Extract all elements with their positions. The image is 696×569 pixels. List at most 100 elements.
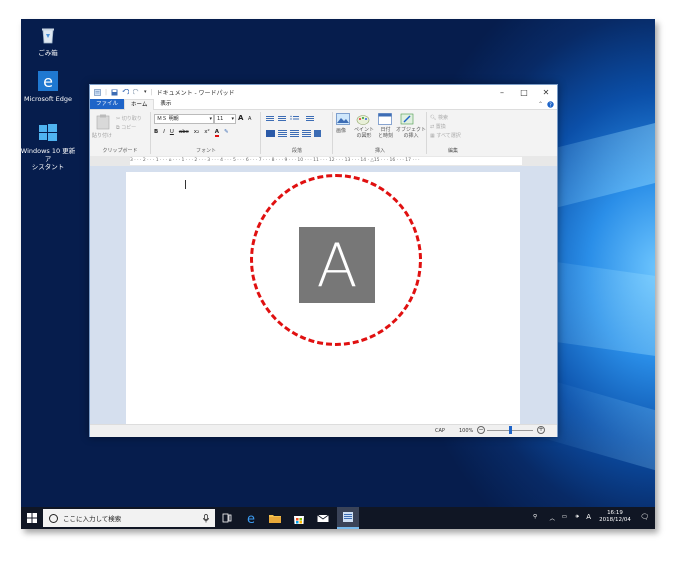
desktop-icon-label: Windows 10 更新ア [21, 147, 76, 163]
zoom-in-button[interactable]: + [537, 426, 545, 434]
microphone-icon[interactable] [203, 513, 209, 523]
ribbon-home: 貼り付け ✂ 切り取り ⧉ コピー クリップボード ＭＳ 明朝 ▾ 11 ▾ A A… [90, 110, 557, 157]
insert-datetime-button[interactable]: 日付 と時刻 [378, 127, 393, 139]
network-icon[interactable]: ▭ [562, 514, 567, 520]
taskbar-wordpad-active[interactable] [337, 507, 359, 529]
copy-label: コピー [121, 125, 137, 131]
datetime-label-line2: と時刻 [378, 133, 394, 139]
cut-button[interactable]: ✂ 切り取り [116, 115, 142, 122]
wordpad-window: | ▾ | ドキュメント - ワードパッド – □ ✕ ファイル ホーム 表示 … [89, 84, 558, 437]
desktop-icon-label: ごみ箱 [38, 49, 58, 57]
calendar-icon[interactable] [378, 113, 392, 125]
wordpad-app-icon [94, 88, 101, 96]
help-icon[interactable]: ? [547, 100, 554, 108]
undo-icon[interactable] [122, 88, 130, 96]
chevron-down-icon: ▾ [209, 116, 212, 122]
tab-file[interactable]: ファイル [90, 99, 125, 109]
desktop-icon-recycle-bin[interactable]: ごみ箱 [21, 25, 78, 57]
zoom-slider-thumb[interactable] [508, 426, 512, 434]
paint-label-line2: の図形 [356, 133, 372, 139]
object-icon[interactable] [400, 113, 414, 125]
tab-home[interactable]: ホーム [124, 98, 155, 110]
find-button[interactable]: 🔍︎ 検索 [430, 114, 448, 121]
find-label: 検索 [437, 115, 448, 121]
insert-group: 画像 ペイント の図形 日付 と時刻 オブジェクト の挿入 挿入 [334, 112, 427, 154]
start-button[interactable] [27, 513, 37, 523]
insert-picture-button[interactable]: 画像 [336, 127, 346, 134]
notifications-icon[interactable]: 🗨︎ [640, 513, 649, 521]
font-size-value: 11 [217, 116, 224, 122]
image-letter: A [316, 231, 358, 301]
paste-button[interactable]: 貼り付け [92, 132, 112, 139]
close-button[interactable]: ✕ [535, 88, 557, 97]
taskbar-search-box[interactable]: ここに入力して検索 [43, 509, 215, 527]
ruler[interactable]: 3 · · · 2 · · · 1 · · · ⌂ · · · 1 · · · … [90, 156, 557, 166]
copy-button[interactable]: ⧉ コピー [116, 124, 136, 131]
svg-text:e: e [43, 72, 53, 91]
show-hidden-icons-icon[interactable]: ︿ [549, 514, 555, 522]
strikethrough-button[interactable]: abc [179, 129, 189, 137]
ruler-scale: 3 · · · 2 · · · 1 · · · ⌂ · · · 1 · · · … [130, 157, 522, 165]
ribbon-collapse-icon[interactable]: ⌃ [538, 101, 547, 108]
tab-view[interactable]: 表示 [154, 99, 177, 109]
window-title: ドキュメント - ワードパッド [156, 89, 235, 97]
italic-button[interactable]: I [163, 129, 165, 137]
subscript-button[interactable]: x₂ [194, 129, 199, 137]
paste-icon[interactable] [96, 114, 110, 130]
highlight-color-icon[interactable]: ✎ [224, 129, 229, 137]
status-bar: CAP 100% − + [90, 424, 557, 437]
chevron-down-icon: ▾ [231, 116, 234, 122]
svg-text:e: e [247, 512, 255, 525]
store-icon[interactable] [292, 511, 306, 525]
underline-button[interactable]: U [170, 129, 174, 137]
edge-icon: e [38, 71, 58, 91]
insert-paint-button[interactable]: ペイント の図形 [354, 127, 374, 139]
desktop-icon-label: Microsoft Edge [23, 95, 72, 103]
people-icon[interactable]: ⚲ [533, 514, 537, 520]
font-family-value: ＭＳ 明朝 [157, 116, 179, 122]
font-group: ＭＳ 明朝 ▾ 11 ▾ A A B I U abc x₂ x² A ✎ フォント [152, 112, 261, 154]
insert-group-label: 挿入 [374, 148, 385, 154]
paint-icon[interactable] [356, 113, 370, 125]
font-size-select[interactable]: 11 ▾ [214, 114, 236, 124]
zoom-out-button[interactable]: − [477, 426, 485, 434]
insert-object-button[interactable]: オブジェクト の挿入 [396, 127, 426, 139]
maximize-button[interactable]: □ [513, 88, 535, 97]
desktop-icon-label: シスタント [31, 163, 65, 171]
task-view-icon[interactable] [220, 511, 234, 525]
inserted-image[interactable]: A [299, 227, 375, 303]
ribbon-tabs: ファイル ホーム 表示 ⌃ ? [90, 98, 557, 110]
text-cursor [185, 180, 186, 189]
edit-group: 🔍︎ 検索 ⇄ 置換 ▦ すべて選択 編集 [428, 112, 478, 154]
ime-indicator[interactable]: A [586, 513, 591, 521]
save-icon[interactable] [111, 89, 118, 96]
wordpad-taskbar-icon [343, 512, 353, 522]
grow-font-button[interactable]: A [238, 114, 243, 122]
mail-icon[interactable] [316, 511, 330, 525]
redo-icon[interactable] [133, 88, 140, 96]
paragraph-tools-icon[interactable] [266, 115, 328, 141]
superscript-button[interactable]: x² [204, 129, 209, 137]
select-all-button[interactable]: ▦ すべて選択 [430, 132, 461, 139]
text-color-button[interactable]: A [214, 129, 219, 137]
edit-group-label: 編集 [447, 148, 458, 154]
clock[interactable]: 16:19 2018/12/04 [595, 510, 635, 524]
desktop-icon-update-assistant[interactable]: Windows 10 更新ア シスタント [21, 123, 78, 171]
replace-button[interactable]: ⇄ 置換 [430, 123, 446, 130]
document-page[interactable]: A [126, 172, 520, 424]
cut-label: 切り取り [121, 116, 142, 122]
shrink-font-button[interactable]: A [248, 116, 251, 122]
font-family-select[interactable]: ＭＳ 明朝 ▾ [154, 114, 214, 124]
edge-taskbar-icon[interactable]: e [244, 511, 258, 525]
desktop-icon-edge[interactable]: e Microsoft Edge [21, 71, 78, 103]
replace-label: 置換 [435, 124, 446, 130]
file-explorer-icon[interactable] [268, 511, 282, 525]
customize-quick-access-icon[interactable]: ▾ [144, 89, 147, 95]
paragraph-group: 段落 [262, 112, 333, 154]
picture-icon[interactable] [336, 113, 350, 125]
caps-lock-indicator: CAP [435, 428, 445, 434]
clipboard-group-label: クリップボード [102, 148, 138, 154]
minimize-button[interactable]: – [491, 88, 513, 97]
volume-icon[interactable]: 🕪︎ [576, 514, 579, 521]
bold-button[interactable]: B [154, 129, 158, 137]
